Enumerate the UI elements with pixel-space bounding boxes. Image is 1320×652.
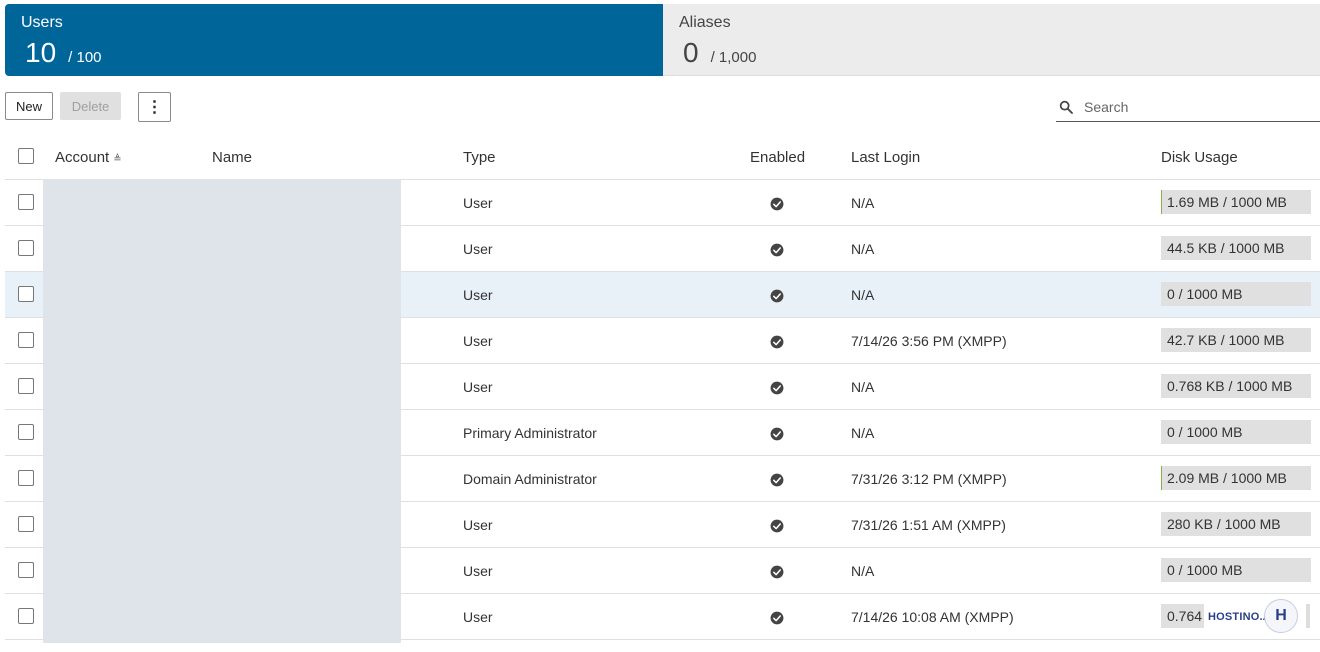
toolbar: New Delete ⋮ (5, 92, 1320, 122)
row-checkbox[interactable] (18, 608, 34, 624)
search-field[interactable] (1056, 92, 1320, 122)
check-circle-icon (770, 519, 784, 533)
stats-bar: Users 10 / 100 Aliases 0 / 1,000 (5, 4, 1320, 76)
users-count: 10 (25, 37, 57, 68)
check-circle-icon (770, 243, 784, 257)
disk-usage-bar: 0 / 1000 MB (1161, 558, 1311, 582)
disk-usage-text: 2.09 MB / 1000 MB (1167, 470, 1287, 486)
disk-usage-text: 1.69 MB / 1000 MB (1167, 194, 1287, 210)
disk-usage-bar: 280 KB / 1000 MB (1161, 512, 1311, 536)
disk-usage-bar: 42.7 KB / 1000 MB (1161, 328, 1311, 352)
row-last-login: N/A (851, 425, 875, 441)
check-circle-icon (770, 197, 784, 211)
disk-usage-text: 0 / 1000 MB (1167, 424, 1243, 440)
disk-usage-text: 44.5 KB / 1000 MB (1167, 240, 1285, 256)
row-last-login: N/A (851, 241, 875, 257)
brand-watermark: HOSTINO.AI H (1204, 598, 1320, 636)
row-last-login: N/A (851, 563, 875, 579)
aliases-count: 0 (683, 37, 699, 68)
row-checkbox[interactable] (18, 194, 34, 210)
row-last-login: N/A (851, 379, 875, 395)
more-actions-button[interactable]: ⋮ (138, 92, 171, 122)
row-type: User (463, 241, 493, 257)
column-header-name[interactable]: Name (212, 149, 252, 166)
table-header: Account ≜ Name Type Enabled Last Login Di… (5, 135, 1320, 180)
search-icon (1059, 100, 1073, 114)
row-last-login: 7/14/26 10:08 AM (XMPP) (851, 609, 1014, 625)
row-type: User (463, 563, 493, 579)
check-circle-icon (770, 289, 784, 303)
disk-usage-text: 0 / 1000 MB (1167, 286, 1243, 302)
aliases-limit: / 1,000 (710, 49, 757, 66)
column-header-disk-usage[interactable]: Disk Usage (1161, 149, 1238, 166)
disk-usage-text: 0.764 (1167, 608, 1203, 624)
disk-usage-fill (1161, 466, 1162, 490)
row-checkbox[interactable] (18, 562, 34, 578)
users-limit: / 100 (68, 49, 102, 66)
disk-usage-text: 280 KB / 1000 MB (1167, 516, 1281, 532)
row-last-login: 7/14/26 3:56 PM (XMPP) (851, 333, 1007, 349)
row-type: User (463, 379, 493, 395)
disk-usage-bar: 44.5 KB / 1000 MB (1161, 236, 1311, 260)
row-last-login: 7/31/26 3:12 PM (XMPP) (851, 471, 1007, 487)
row-last-login: N/A (851, 287, 875, 303)
column-header-type[interactable]: Type (463, 149, 496, 166)
check-circle-icon (770, 473, 784, 487)
row-type: User (463, 609, 493, 625)
disk-usage-bar: 2.09 MB / 1000 MB (1161, 466, 1311, 490)
row-type: User (463, 333, 493, 349)
disk-usage-bar: 1.69 MB / 1000 MB (1161, 190, 1311, 214)
users-stat-tile[interactable]: Users 10 / 100 (5, 4, 663, 76)
check-circle-icon (770, 381, 784, 395)
check-circle-icon (770, 427, 784, 441)
check-circle-icon (770, 565, 784, 579)
disk-usage-text: 0 / 1000 MB (1167, 562, 1243, 578)
row-checkbox[interactable] (18, 378, 34, 394)
users-stat-title: Users (21, 14, 63, 31)
check-circle-icon (770, 611, 784, 625)
disk-usage-text: 42.7 KB / 1000 MB (1167, 332, 1285, 348)
row-last-login: N/A (851, 195, 875, 211)
row-checkbox[interactable] (18, 240, 34, 256)
row-type: User (463, 287, 493, 303)
row-type: Primary Administrator (463, 425, 597, 441)
disk-usage-fill (1161, 190, 1162, 214)
row-checkbox[interactable] (18, 424, 34, 440)
new-button[interactable]: New (5, 92, 53, 120)
disk-usage-bar: 0 / 1000 MB (1161, 282, 1311, 306)
disk-usage-bar: 0 / 1000 MB (1161, 420, 1311, 444)
row-type: User (463, 517, 493, 533)
column-header-enabled[interactable]: Enabled (750, 149, 805, 166)
row-type: User (463, 195, 493, 211)
brand-badge-icon[interactable]: H (1264, 599, 1298, 633)
disk-usage-text: 0.768 KB / 1000 MB (1167, 378, 1293, 394)
row-checkbox[interactable] (18, 470, 34, 486)
sort-ascending-icon: ≜ (113, 154, 122, 165)
row-type: Domain Administrator (463, 471, 597, 487)
disk-usage-bar: 0.768 KB / 1000 MB (1161, 374, 1311, 398)
scroll-stub (1306, 604, 1310, 628)
redacted-account-name-region (43, 179, 401, 643)
row-checkbox[interactable] (18, 332, 34, 348)
column-header-last-login[interactable]: Last Login (851, 149, 920, 166)
row-checkbox[interactable] (18, 286, 34, 302)
check-circle-icon (770, 335, 784, 349)
aliases-stat-tile[interactable]: Aliases 0 / 1,000 (663, 4, 1320, 76)
column-header-account[interactable]: Account ≜ (55, 149, 122, 166)
select-all-checkbox[interactable] (18, 148, 34, 164)
search-input[interactable] (1084, 98, 1304, 115)
aliases-stat-title: Aliases (679, 14, 731, 31)
row-last-login: 7/31/26 1:51 AM (XMPP) (851, 517, 1006, 533)
row-checkbox[interactable] (18, 516, 34, 532)
delete-button[interactable]: Delete (60, 92, 121, 120)
